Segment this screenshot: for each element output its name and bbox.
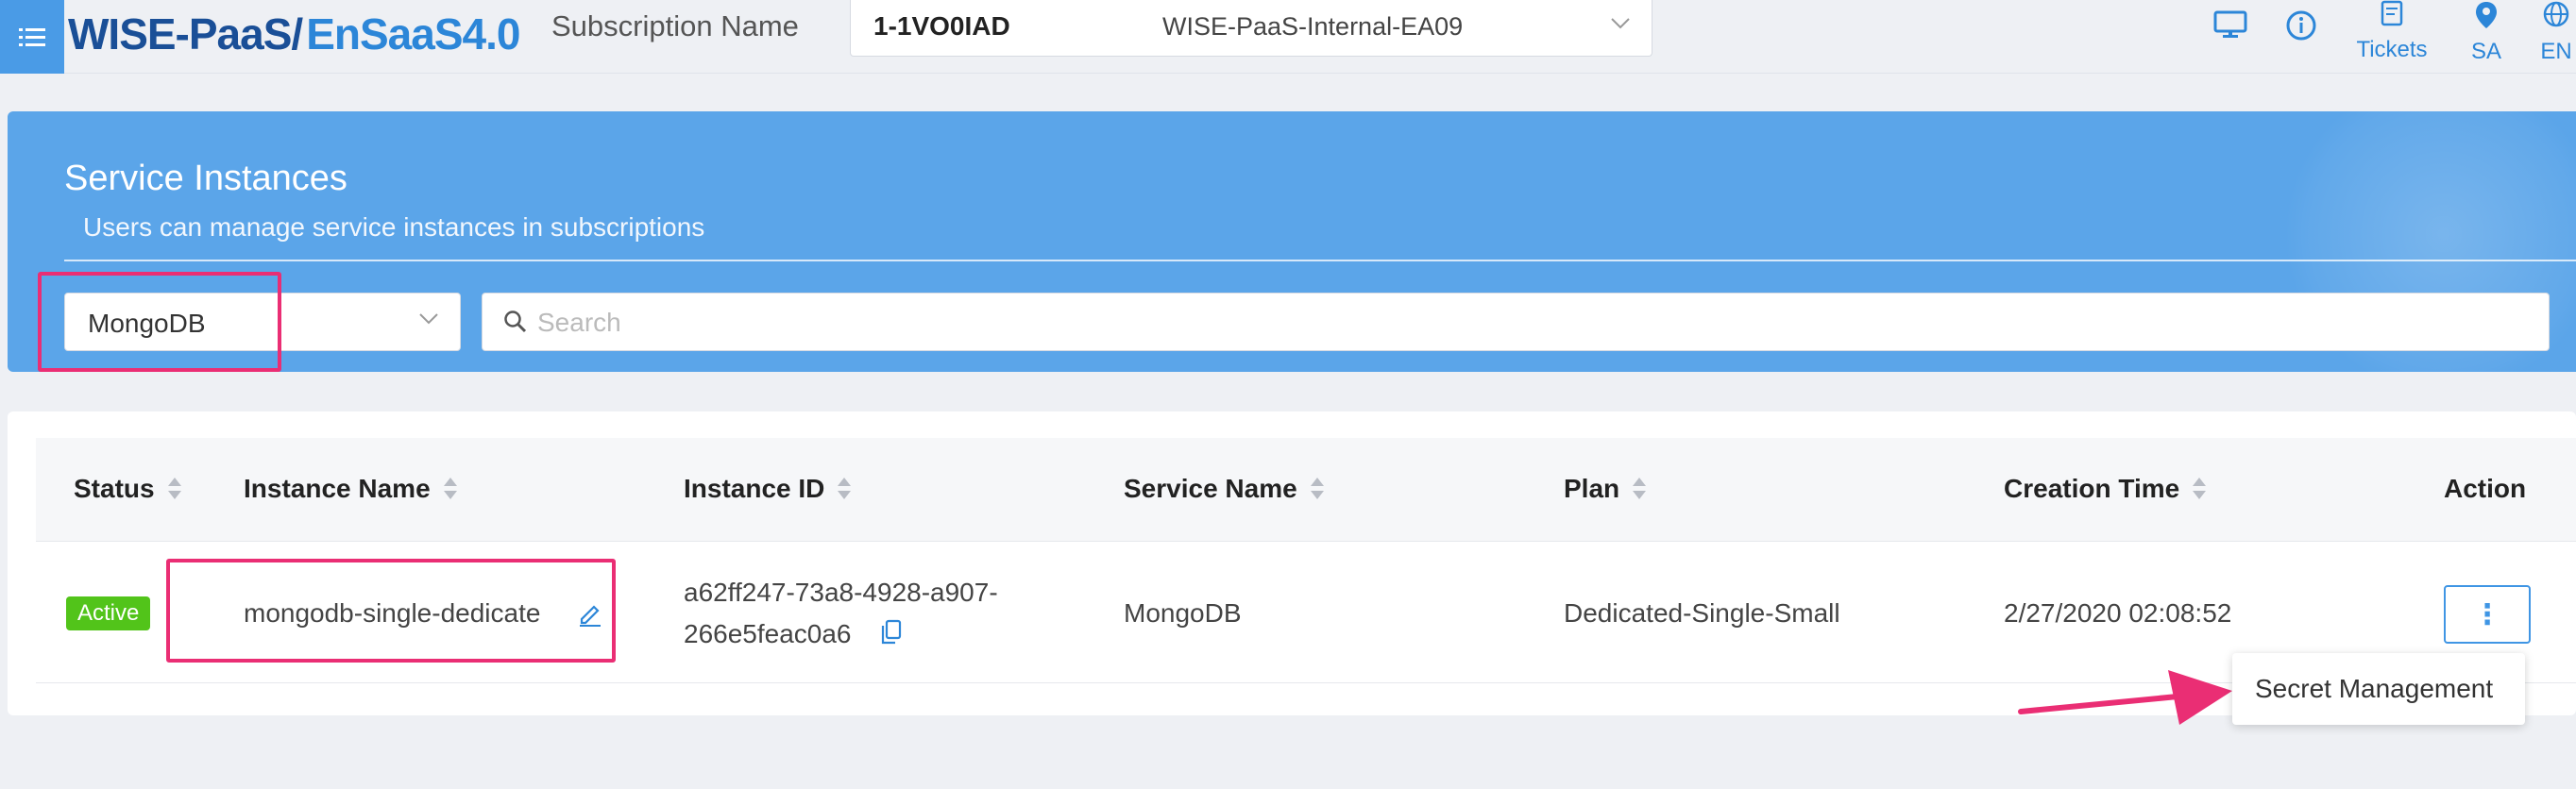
tickets-icon: [2381, 0, 2403, 26]
subscription-select[interactable]: 1-1VO0IAD WISE-PaaS-Internal-EA09: [850, 0, 1652, 57]
column-creation-time-label: Creation Time: [2004, 474, 2180, 503]
sort-icon[interactable]: [1310, 478, 1324, 500]
logo-primary: WISE-PaaS/: [68, 9, 303, 59]
logo-secondary: EnSaaS4.0: [306, 9, 520, 59]
sort-icon[interactable]: [443, 478, 457, 500]
column-service-name[interactable]: Service Name: [1124, 474, 1324, 504]
location-icon: [2476, 2, 2497, 28]
column-status-label: Status: [74, 474, 155, 503]
top-header: WISE-PaaS/ EnSaaS4.0 Subscription Name 1…: [0, 0, 2576, 74]
page-subtitle: Users can manage service instances in su…: [83, 212, 705, 242]
column-plan[interactable]: Plan: [1564, 474, 1647, 504]
banner-divider: [64, 260, 2576, 261]
column-action-label: Action: [2444, 474, 2527, 503]
instance-id-line1: a62ff247-73a8-4928-a907-: [684, 578, 998, 607]
action-dropdown-menu: Secret Management: [2232, 653, 2525, 725]
column-instance-name-label: Instance Name: [244, 474, 431, 503]
annotation-arrow-icon: [2018, 670, 2232, 725]
service-instances-banner: Service Instances Users can manage servi…: [8, 111, 2576, 372]
search-box[interactable]: [482, 293, 2550, 351]
service-name: MongoDB: [1124, 598, 1242, 628]
logo[interactable]: WISE-PaaS/ EnSaaS4.0: [68, 6, 520, 62]
subscription-label: Subscription Name: [551, 9, 799, 42]
column-instance-id-label: Instance ID: [684, 474, 825, 503]
creation-time: 2/27/2020 02:08:52: [2004, 598, 2232, 628]
tickets-label: Tickets: [2356, 37, 2428, 62]
globe-icon: [2543, 1, 2569, 27]
search-icon: [504, 311, 527, 333]
chevron-down-icon: [419, 313, 438, 325]
column-creation-time[interactable]: Creation Time: [2004, 474, 2207, 504]
info-icon: [2286, 10, 2316, 41]
menu-button[interactable]: [0, 0, 64, 74]
monitor-button[interactable]: [2213, 9, 2247, 46]
column-instance-id[interactable]: Instance ID: [684, 474, 852, 504]
info-button[interactable]: [2285, 9, 2317, 48]
sort-icon[interactable]: [2193, 478, 2207, 500]
highlight-service-filter: [38, 272, 281, 372]
table-header: Status Instance Name Instance ID Service…: [36, 438, 2576, 542]
menu-item-secret-management[interactable]: Secret Management: [2255, 674, 2493, 704]
sort-icon[interactable]: [838, 478, 852, 500]
language-button[interactable]: EN: [2536, 0, 2576, 65]
highlight-instance-name: [166, 559, 616, 663]
subscription-name: WISE-PaaS-Internal-EA09: [1162, 12, 1464, 41]
sort-icon[interactable]: [1633, 478, 1647, 500]
status-badge: Active: [66, 596, 151, 630]
subscription-id: 1-1VO0IAD: [873, 11, 1010, 41]
column-instance-name[interactable]: Instance Name: [244, 474, 457, 504]
hamburger-icon: [19, 28, 45, 46]
instance-id-line2: 266e5feac0a6: [684, 619, 852, 648]
sort-icon[interactable]: [167, 478, 181, 500]
action-menu-button[interactable]: ⋮: [2444, 585, 2531, 644]
region-label: SA: [2470, 39, 2501, 64]
search-input[interactable]: [537, 303, 2520, 343]
region-button[interactable]: SA: [2463, 0, 2510, 65]
tickets-button[interactable]: Tickets: [2353, 0, 2431, 63]
column-plan-label: Plan: [1564, 474, 1620, 503]
column-action: Action: [2444, 474, 2526, 504]
chevron-down-icon: [1611, 18, 1630, 29]
column-status[interactable]: Status: [74, 474, 181, 504]
monitor-icon: [2213, 10, 2247, 38]
column-service-name-label: Service Name: [1124, 474, 1297, 503]
plan: Dedicated-Single-Small: [1564, 598, 1840, 628]
copy-icon[interactable]: [880, 619, 903, 646]
page-title: Service Instances: [64, 159, 347, 198]
language-label: EN: [2540, 39, 2572, 64]
